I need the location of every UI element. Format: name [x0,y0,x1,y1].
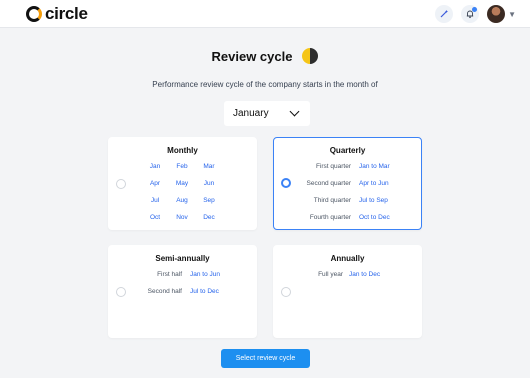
card-title: Monthly [167,146,198,155]
page-header: Review cycle [0,48,530,64]
month-item: Mar [203,163,215,170]
page-title: Review cycle [211,48,293,64]
select-review-cycle-button[interactable]: Select review cycle [221,349,310,368]
semi-annually-radio[interactable] [116,287,126,297]
top-bar: circle ▼ [0,0,530,28]
page-subtitle: Performance review cycle of the company … [152,80,378,89]
card-title: Semi-annually [155,254,210,263]
period-range: Jul to Dec [190,288,219,295]
notification-dot [472,7,478,12]
period-range: Jan to Jun [190,271,220,278]
monthly-card[interactable]: Monthly Jan Feb Mar Apr May Jun Jul Aug … [108,137,257,230]
chevron-down-icon[interactable]: ▼ [508,10,516,19]
annually-card[interactable]: Annually Full year Jan to Dec [273,245,422,338]
circle-logo[interactable]: circle [26,5,88,23]
quarterly-card[interactable]: Quarterly First quarter Jan to Mar Secon… [273,137,422,230]
month-item: Aug [176,197,188,204]
month-item: Oct [149,214,161,221]
period-label: First half [157,271,182,278]
period-range: Jan to Mar [359,163,390,170]
month-item: Jul [150,197,160,204]
period-range: Apr to Jun [359,180,389,187]
card-title: Quarterly [329,146,366,155]
logo-text: circle [45,4,88,23]
period-label: Fourth quarter [309,214,351,221]
monthly-radio[interactable] [116,179,126,189]
start-month-value: January [233,108,269,119]
month-item: Jan [149,163,161,170]
month-item: Nov [176,214,188,221]
period-label: Second half [147,288,182,295]
semi-annually-card[interactable]: Semi-annually First half Jan to Jun Seco… [108,245,257,338]
magic-wand-icon[interactable] [435,5,454,23]
month-item: Jun [203,180,215,187]
logo-mark-icon [26,6,42,22]
period-range: Jan to Dec [349,271,381,278]
month-item: Sep [203,197,215,204]
period-label: Full year [318,271,343,278]
start-month-select[interactable]: January [224,101,310,126]
card-title: Annually [330,254,365,263]
period-range: Oct to Dec [359,214,390,221]
annually-radio[interactable] [281,287,291,297]
chevron-down-icon [289,106,300,117]
period-label: Third quarter [313,197,351,204]
half-moon-icon [302,48,319,64]
month-item: Dec [203,214,215,221]
avatar[interactable] [487,5,506,23]
period-range: Jul to Sep [359,197,388,204]
quarterly-radio[interactable] [281,178,291,188]
month-item: Apr [149,180,161,187]
period-label: First quarter [315,163,351,170]
month-grid: Jan Feb Mar Apr May Jun Jul Aug Sep Oct … [142,163,222,222]
month-item: Feb [176,163,188,170]
header-actions: ▼ [435,5,516,23]
period-label: Second quarter [306,180,351,187]
month-item: May [175,180,189,187]
bell-icon[interactable] [461,5,480,23]
